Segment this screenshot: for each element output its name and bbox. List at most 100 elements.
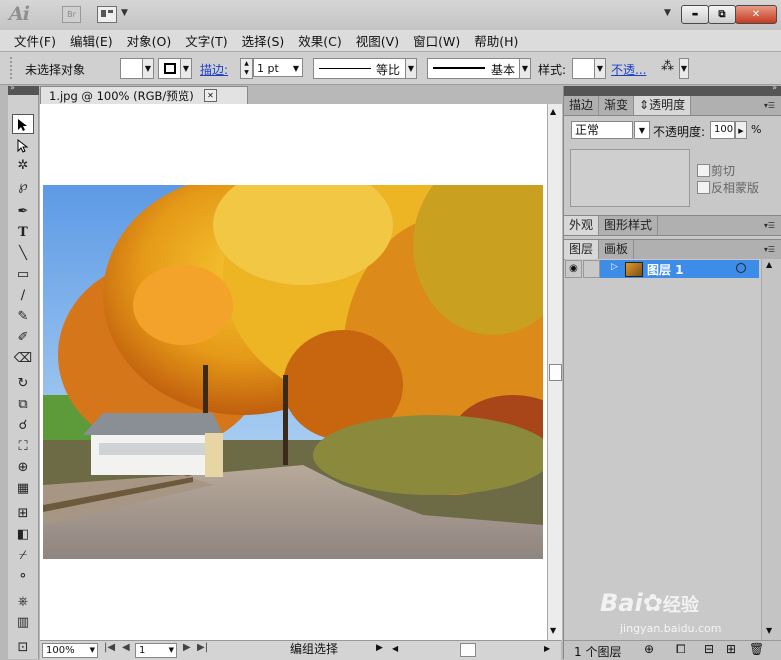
blend-mode-dropdown-icon[interactable]: ▼ — [634, 121, 650, 139]
scroll-up-icon[interactable]: ▲ — [550, 107, 556, 116]
brush-dropdown[interactable]: ▼ — [519, 58, 531, 79]
delete-layer-icon[interactable]: 🗑 — [749, 642, 764, 656]
perspective-grid-tool-icon[interactable]: ▦ — [12, 479, 34, 499]
create-sublayer-icon[interactable]: ⊟ — [704, 642, 714, 656]
magic-wand-tool-icon[interactable]: ✲ — [12, 156, 34, 176]
rectangle-tool-icon[interactable]: ▭ — [12, 265, 34, 285]
line-segment-tool-icon[interactable]: ╲ — [12, 244, 34, 264]
tools-panel-header[interactable]: » — [8, 83, 39, 95]
eyedropper-tool-icon[interactable]: ⌿ — [12, 546, 34, 566]
appearance-panel-menu-icon[interactable]: ▾☰ — [764, 221, 775, 230]
collapse-dock-icon[interactable]: » — [772, 83, 777, 92]
make-clipping-mask-icon[interactable]: ⧠ — [676, 642, 686, 657]
lasso-tool-icon[interactable]: ℘ — [12, 177, 34, 197]
layer-target-icon[interactable] — [736, 263, 746, 273]
graphic-style-dropdown[interactable]: ▼ — [594, 58, 606, 79]
symbol-sprayer-tool-icon[interactable]: ⎈ — [12, 592, 34, 612]
layers-scrollbar[interactable]: ▲ ▼ — [761, 259, 781, 640]
clip-checkbox[interactable] — [697, 164, 710, 177]
stroke-dropdown[interactable]: ▼ — [180, 58, 192, 79]
tab-appearance[interactable]: 外观 — [564, 216, 600, 235]
bridge-button[interactable]: Br — [62, 6, 81, 23]
pen-tool-icon[interactable]: ✒ — [12, 202, 34, 222]
tab-transparency[interactable]: ⇕透明度 — [634, 96, 692, 115]
menu-window[interactable]: 窗口(W) — [413, 31, 460, 50]
shape-builder-tool-icon[interactable]: ⊕ — [12, 458, 34, 478]
tab-layers[interactable]: 图层 — [564, 240, 600, 259]
layers-scroll-down-icon[interactable]: ▼ — [766, 626, 772, 635]
stroke-swatch[interactable] — [158, 58, 182, 79]
invert-mask-checkbox[interactable] — [697, 181, 710, 194]
current-tool-status[interactable]: 编组选择 — [238, 642, 390, 657]
menu-effect[interactable]: 效果(C) — [298, 31, 341, 50]
profile-dropdown[interactable]: ▼ — [405, 58, 417, 79]
opacity-field[interactable]: 100 — [710, 121, 735, 139]
menu-edit[interactable]: 编辑(E) — [70, 31, 113, 50]
scroll-left-icon[interactable]: ◀ — [392, 644, 398, 653]
zoom-field[interactable]: 100% ▼ — [42, 643, 98, 658]
brush-definition[interactable]: 基本 — [427, 58, 521, 79]
stroke-weight-field[interactable]: 1 pt ▼ — [253, 58, 303, 77]
minimize-button[interactable]: ▬ — [681, 5, 709, 24]
blend-mode-select[interactable]: 正常 — [571, 121, 633, 139]
layer-visibility-eye-icon[interactable]: ◉ — [565, 260, 582, 278]
stroke-panel-link[interactable]: 描边: — [200, 61, 228, 78]
previous-artboard-icon[interactable]: ◀ — [122, 642, 130, 653]
transparency-panel-menu-icon[interactable]: ▾☰ — [764, 101, 775, 110]
status-menu-icon[interactable]: ▶ — [376, 643, 383, 653]
opacity-slider-toggle-icon[interactable]: ▶ — [735, 121, 747, 139]
blob-brush-tool-icon[interactable]: ✐ — [12, 328, 34, 348]
fill-swatch[interactable] — [120, 58, 144, 79]
menu-view[interactable]: 视图(V) — [356, 31, 399, 50]
layers-scroll-up-icon[interactable]: ▲ — [766, 260, 772, 269]
warp-tool-icon[interactable]: ☌ — [12, 416, 34, 436]
document-tab-close-icon[interactable]: ✕ — [204, 89, 217, 102]
recolor-artwork-icon[interactable]: ⁂ — [661, 59, 677, 75]
artboard-number-field[interactable]: 1 ▼ — [135, 643, 177, 658]
opacity-link[interactable]: 不透... — [611, 61, 646, 78]
tab-stroke[interactable]: 描边 — [564, 96, 600, 115]
layer-expand-icon[interactable]: ▷ — [611, 262, 618, 272]
next-artboard-icon[interactable]: ▶ — [183, 642, 191, 653]
rotate-tool-icon[interactable]: ↻ — [12, 374, 34, 394]
vertical-scroll-thumb[interactable] — [549, 364, 562, 381]
arrange-documents-button[interactable] — [97, 6, 117, 23]
stroke-weight-stepper[interactable]: ▲ ▼ — [240, 58, 253, 79]
locate-object-icon[interactable]: ⊕ — [644, 642, 654, 656]
collapse-tools-icon[interactable]: » — [10, 83, 15, 92]
menu-help[interactable]: 帮助(H) — [474, 31, 518, 50]
restore-button[interactable]: ⧉ — [708, 5, 736, 24]
menu-file[interactable]: 文件(F) — [14, 31, 56, 50]
vertical-scrollbar[interactable]: ▲ ▼ — [547, 104, 562, 640]
scale-tool-icon[interactable]: ⧉ — [12, 395, 34, 415]
tab-gradient[interactable]: 渐变 — [599, 96, 635, 115]
placed-photo-autumn-covered-bridge[interactable] — [43, 185, 543, 559]
opacity-mask-thumbnail[interactable] — [570, 149, 690, 207]
create-new-layer-icon[interactable]: ⊞ — [726, 642, 736, 656]
workspace-dropdown-icon[interactable]: ▼ — [664, 8, 671, 18]
column-graph-tool-icon[interactable]: ▥ — [12, 613, 34, 633]
menu-object[interactable]: 对象(O) — [127, 31, 172, 50]
horizontal-scroll-thumb[interactable] — [460, 643, 476, 657]
pencil-tool-icon[interactable]: ✎ — [12, 307, 34, 327]
control-bar-grip[interactable] — [10, 57, 16, 79]
free-transform-tool-icon[interactable]: ⛶ — [12, 437, 34, 457]
selection-tool-icon[interactable] — [12, 114, 34, 134]
first-artboard-icon[interactable]: |◀ — [104, 642, 115, 653]
dock-header[interactable]: » — [564, 83, 781, 96]
artboard-tool-icon[interactable]: ⊡ — [12, 638, 34, 658]
menu-type[interactable]: 文字(T) — [185, 31, 227, 50]
recolor-dropdown[interactable]: ▼ — [679, 58, 689, 79]
tab-artboards[interactable]: 画板 — [599, 240, 635, 259]
layer-lock-toggle[interactable] — [583, 260, 600, 278]
direct-selection-tool-icon[interactable] — [12, 136, 34, 156]
paintbrush-tool-icon[interactable]: ∕ — [12, 286, 34, 306]
arrange-dropdown-icon[interactable]: ▼ — [121, 8, 128, 18]
layers-panel-menu-icon[interactable]: ▾☰ — [764, 245, 775, 254]
variable-width-profile[interactable]: 等比 — [313, 58, 407, 79]
menu-select[interactable]: 选择(S) — [242, 31, 285, 50]
blend-tool-icon[interactable]: ⚬ — [12, 567, 34, 587]
last-artboard-icon[interactable]: ▶| — [197, 642, 208, 653]
scroll-down-icon[interactable]: ▼ — [550, 626, 556, 635]
scroll-right-icon[interactable]: ▶ — [544, 644, 550, 653]
